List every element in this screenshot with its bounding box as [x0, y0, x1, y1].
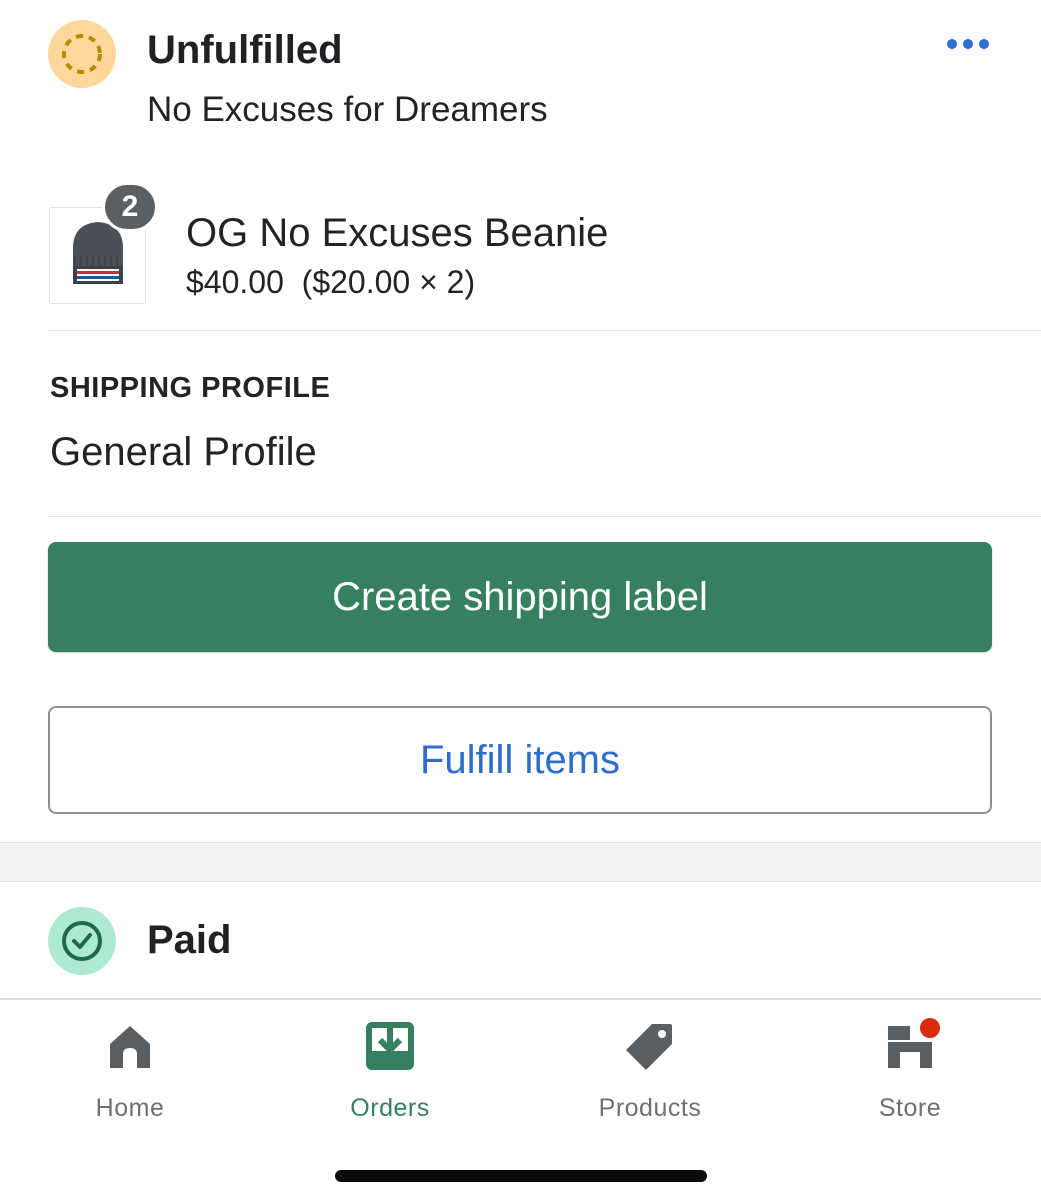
divider	[48, 516, 1041, 517]
tab-home-label: Home	[95, 1094, 165, 1122]
divider	[48, 330, 1041, 331]
create-shipping-label-button[interactable]: Create shipping label	[48, 542, 992, 652]
tab-products-label: Products	[598, 1094, 702, 1122]
orders-icon	[364, 1020, 416, 1072]
shipping-profile-label: SHIPPING PROFILE	[50, 372, 331, 404]
tab-home[interactable]: Home	[30, 1020, 230, 1130]
tab-orders[interactable]: Orders	[290, 1020, 490, 1130]
tab-orders-label: Orders	[350, 1094, 430, 1122]
more-actions-button[interactable]	[936, 22, 1000, 66]
ellipsis-icon	[947, 39, 989, 49]
tab-store-label: Store	[878, 1094, 942, 1122]
notification-dot	[920, 1018, 940, 1038]
paid-status-icon	[48, 907, 116, 975]
check-circle-icon	[62, 921, 102, 961]
home-icon	[104, 1020, 156, 1072]
tab-store[interactable]: Store	[810, 1018, 1010, 1130]
shipping-profile-value: General Profile	[50, 430, 317, 474]
unfulfilled-status-icon	[48, 20, 116, 88]
tag-icon	[624, 1020, 676, 1072]
fulfillment-location: No Excuses for Dreamers	[147, 90, 548, 129]
product-price: $40.00 ($20.00 × 2)	[186, 264, 476, 300]
section-separator	[0, 842, 1041, 882]
store-icon	[884, 1018, 940, 1072]
quantity-badge: 2	[102, 182, 158, 232]
tab-products[interactable]: Products	[550, 1020, 750, 1130]
fulfillment-status-title: Unfulfilled	[147, 28, 343, 72]
home-indicator[interactable]	[335, 1170, 707, 1182]
fulfill-items-button[interactable]: Fulfill items	[48, 706, 992, 814]
payment-status-title: Paid	[147, 918, 232, 962]
product-name[interactable]: OG No Excuses Beanie	[186, 211, 608, 256]
